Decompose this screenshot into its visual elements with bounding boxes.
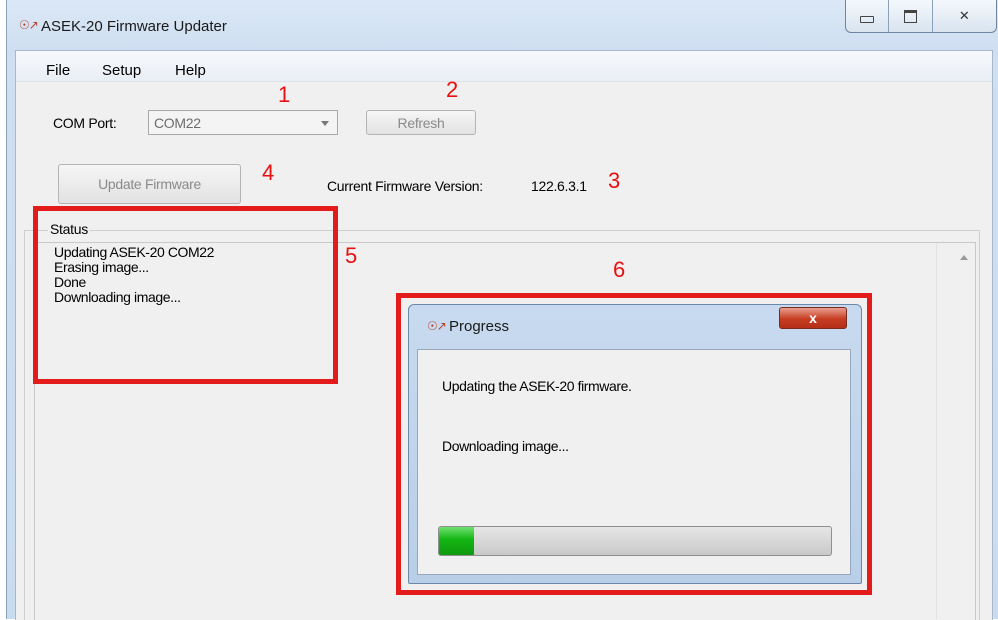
- com-port-select[interactable]: COM22: [148, 110, 338, 135]
- highlight-box-progress: [396, 293, 872, 595]
- annotation-5: 5: [345, 243, 358, 268]
- close-icon: ✕: [958, 8, 970, 23]
- update-firmware-button[interactable]: Update Firmware: [58, 164, 241, 204]
- caption-buttons: ✕: [845, 0, 997, 33]
- minimize-button[interactable]: [846, 0, 890, 32]
- com-port-label: COM Port:: [53, 115, 117, 131]
- annotation-2: 2: [446, 77, 459, 102]
- menu-file[interactable]: File: [46, 62, 70, 79]
- annotation-1: 1: [278, 82, 291, 107]
- menu-help[interactable]: Help: [175, 62, 206, 79]
- com-port-value: COM22: [154, 115, 201, 131]
- close-button[interactable]: ✕: [933, 0, 996, 32]
- firmware-version-value: 122.6.3.1: [531, 178, 587, 194]
- status-scrollbar[interactable]: [936, 243, 973, 619]
- highlight-box-status: [33, 206, 338, 384]
- annotation-3: 3: [608, 168, 621, 193]
- minimize-icon: [860, 15, 875, 23]
- annotation-6: 6: [613, 257, 626, 282]
- maximize-button[interactable]: [889, 0, 933, 32]
- window-title: ASEK-20 Firmware Updater: [41, 18, 227, 35]
- scroll-up-icon[interactable]: [960, 255, 968, 260]
- title-bar[interactable]: ☉↗ ASEK-20 Firmware Updater ✕: [7, 0, 998, 40]
- annotation-4: 4: [262, 160, 275, 185]
- chevron-down-icon: [321, 121, 329, 126]
- refresh-button[interactable]: Refresh: [366, 110, 476, 135]
- maximize-icon: [903, 9, 917, 23]
- menu-bar: File Setup Help: [16, 51, 992, 82]
- menu-setup[interactable]: Setup: [102, 62, 141, 79]
- firmware-version-label: Current Firmware Version:: [327, 178, 483, 194]
- app-icon: ☉↗: [19, 18, 39, 32]
